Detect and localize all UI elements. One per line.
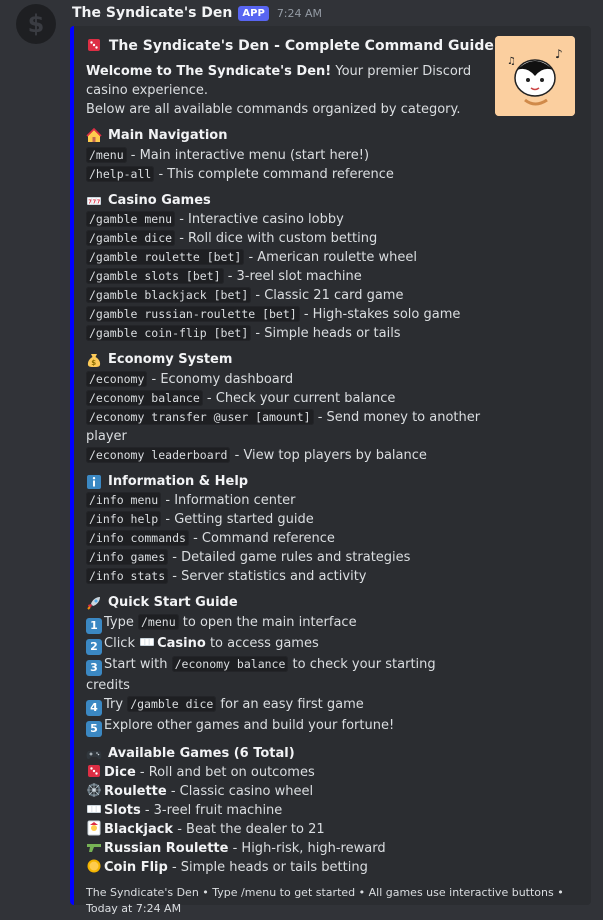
game-item: Russian Roulette - High-risk, high-rewar… (86, 839, 481, 858)
keycap-4-icon: 4 (86, 699, 102, 716)
section-available-games: Available Games (6 Total) (86, 745, 481, 764)
section-information-help: Information & Help (86, 473, 481, 492)
slot-machine-icon: 777 (87, 196, 101, 205)
game-item: Coin Flip - Simple heads or tails bettin… (86, 858, 481, 877)
dollar-icon: $ (27, 10, 45, 38)
command-code: /economy (86, 370, 148, 387)
command-code: /economy balance (86, 389, 203, 406)
message-timestamp[interactable]: 7:24 AM (277, 7, 322, 20)
joker-card-icon (87, 820, 101, 836)
command-line: /gamble coin-flip [bet] - Simple heads o… (86, 324, 481, 343)
game-item: Roulette - Classic casino wheel (86, 782, 481, 801)
command-line: /info commands - Command reference (86, 529, 481, 548)
svg-text:$: $ (91, 359, 96, 367)
keycap-3-icon: 3 (86, 659, 102, 676)
command-line: /info games - Detailed game rules and st… (86, 548, 481, 567)
section-casino-games: 777 Casino Games (86, 192, 481, 211)
bot-avatar[interactable]: $ (16, 4, 56, 44)
command-line: /info help - Getting started guide (86, 510, 481, 529)
command-code: /gamble coin-flip [bet] (86, 325, 252, 341)
command-code: /economy balance (171, 655, 289, 672)
quick-step: 2 Click Casino to access games (86, 634, 481, 655)
username[interactable]: The Syndicate's Den (72, 5, 232, 21)
command-code: /help-all (86, 165, 155, 182)
command-line: /gamble roulette [bet] - American roulet… (86, 248, 481, 267)
command-line: /help-all - This complete command refere… (86, 165, 481, 184)
command-code: /gamble blackjack [bet] (86, 287, 252, 303)
command-line: /economy - Economy dashboard (86, 370, 481, 389)
command-code: /info commands (86, 530, 189, 546)
command-code: /menu (138, 613, 179, 630)
command-line: /economy transfer @user [amount] - Send … (86, 408, 481, 444)
command-code: /menu (86, 146, 127, 163)
keycap-5-icon: 5 (86, 720, 102, 737)
command-code: /info stats (86, 568, 169, 584)
quick-step: 5 Explore other games and build your fort… (86, 716, 481, 737)
money-bag-icon: $ (87, 354, 101, 368)
command-code: /economy leaderboard (86, 446, 231, 463)
command-line: /gamble dice - Roll dice with custom bet… (86, 229, 481, 248)
command-code: /info help (86, 511, 162, 527)
message-header: The Syndicate's Den APP 7:24 AM (72, 4, 322, 22)
command-code: /economy transfer @user [amount] (86, 408, 314, 425)
svg-text:♫: ♫ (507, 56, 516, 67)
command-code: /gamble menu (86, 211, 176, 227)
coin-icon (87, 859, 101, 873)
embed-title-text: The Syndicate's Den - Complete Command G… (108, 38, 494, 54)
embed-footer: The Syndicate's Den • Type /menu to get … (86, 886, 564, 915)
command-code: /gamble dice (127, 695, 217, 712)
command-line: /gamble slots [bet] - 3-reel slot machin… (86, 267, 481, 286)
command-code: /gamble slots [bet] (86, 268, 224, 284)
intro-text: Below are all available commands organiz… (86, 102, 461, 117)
svg-text:7: 7 (97, 199, 101, 205)
mascot-image-icon: ♪ ♫ (495, 36, 575, 116)
command-line: /gamble blackjack [bet] - Classic 21 car… (86, 286, 481, 305)
roulette-wheel-icon (87, 783, 101, 797)
quick-step: 1 Type /menu to open the main interface (86, 613, 481, 634)
dice-icon (88, 765, 100, 777)
keycap-2-icon: 2 (86, 638, 102, 655)
section-economy-system: $ Economy System (86, 351, 481, 370)
rocket-icon (87, 597, 100, 610)
slot-machine-icon (87, 805, 101, 813)
slot-machine-icon (140, 637, 155, 646)
app-badge: APP (238, 5, 269, 21)
command-line: /economy leaderboard - View top players … (86, 446, 481, 465)
house-icon (86, 128, 102, 143)
keycap-1-icon: 1 (86, 617, 102, 634)
quick-step: 3 Start with /economy balance to check yo… (86, 655, 436, 693)
game-item: Blackjack - Beat the dealer to 21 (86, 820, 481, 839)
command-line: /info stats - Server statistics and acti… (86, 567, 481, 586)
info-icon (87, 474, 101, 489)
svg-text:♪: ♪ (555, 47, 563, 61)
game-item: Slots - 3-reel fruit machine (86, 801, 481, 820)
dice-icon (88, 39, 100, 51)
welcome-bold: Welcome to The Syndicate's Den! (86, 64, 332, 79)
quick-step: 4 Try /gamble dice for an easy first game (86, 695, 481, 716)
command-code: /gamble dice (86, 230, 176, 246)
command-line: /gamble russian-roulette [bet] - High-st… (86, 305, 481, 324)
embed-description: Welcome to The Syndicate's Den! Your pre… (86, 62, 564, 917)
game-controller-icon (86, 750, 102, 759)
command-line: /menu - Main interactive menu (start her… (86, 146, 481, 165)
pistol-icon (87, 844, 101, 852)
command-code: /info games (86, 549, 169, 565)
command-line: /gamble menu - Interactive casino lobby (86, 210, 481, 229)
command-line: /economy balance - Check your current ba… (86, 389, 481, 408)
command-line: /info menu - Information center (86, 491, 481, 510)
command-code: /gamble russian-roulette [bet] (86, 306, 300, 322)
command-guide-embed: ♪ ♫ The Syndicate's Den - Complete Comma… (70, 26, 591, 915)
command-code: /info menu (86, 492, 162, 508)
game-item: Dice - Roll and bet on outcomes (86, 763, 481, 782)
section-quick-start-guide: Quick Start Guide (86, 594, 481, 613)
section-main-navigation: Main Navigation (86, 127, 481, 146)
embed-thumbnail[interactable]: ♪ ♫ (495, 36, 575, 116)
command-code: /gamble roulette [bet] (86, 249, 245, 265)
